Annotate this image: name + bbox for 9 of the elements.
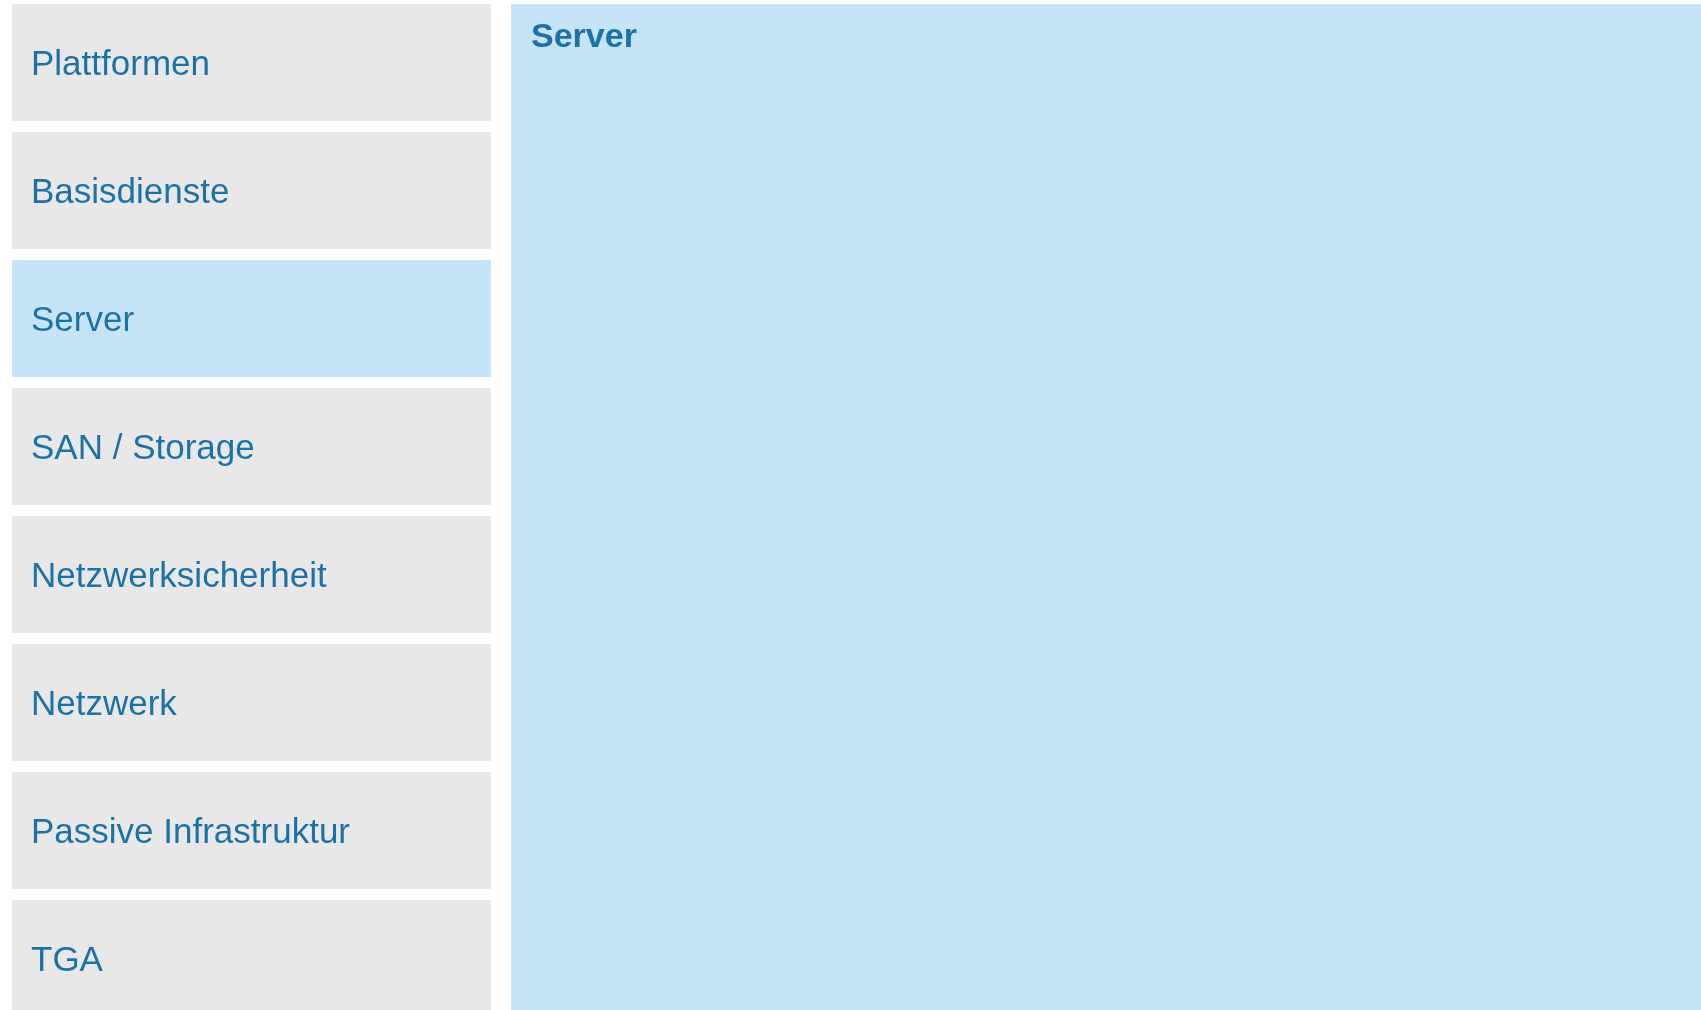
- sidebar-item[interactable]: Netzwerk: [12, 644, 491, 761]
- sidebar-item[interactable]: Basisdienste: [12, 132, 491, 249]
- sidebar-item[interactable]: Server: [12, 260, 491, 377]
- sidebar-item[interactable]: SAN / Storage: [12, 388, 491, 505]
- sidebar-item[interactable]: TGA: [12, 900, 491, 1010]
- sidebar-item[interactable]: Netzwerksicherheit: [12, 516, 491, 633]
- sidebar-item[interactable]: Passive Infrastruktur: [12, 772, 491, 889]
- sidebar-item[interactable]: Plattformen: [12, 4, 491, 121]
- panel-title: Server: [531, 16, 637, 55]
